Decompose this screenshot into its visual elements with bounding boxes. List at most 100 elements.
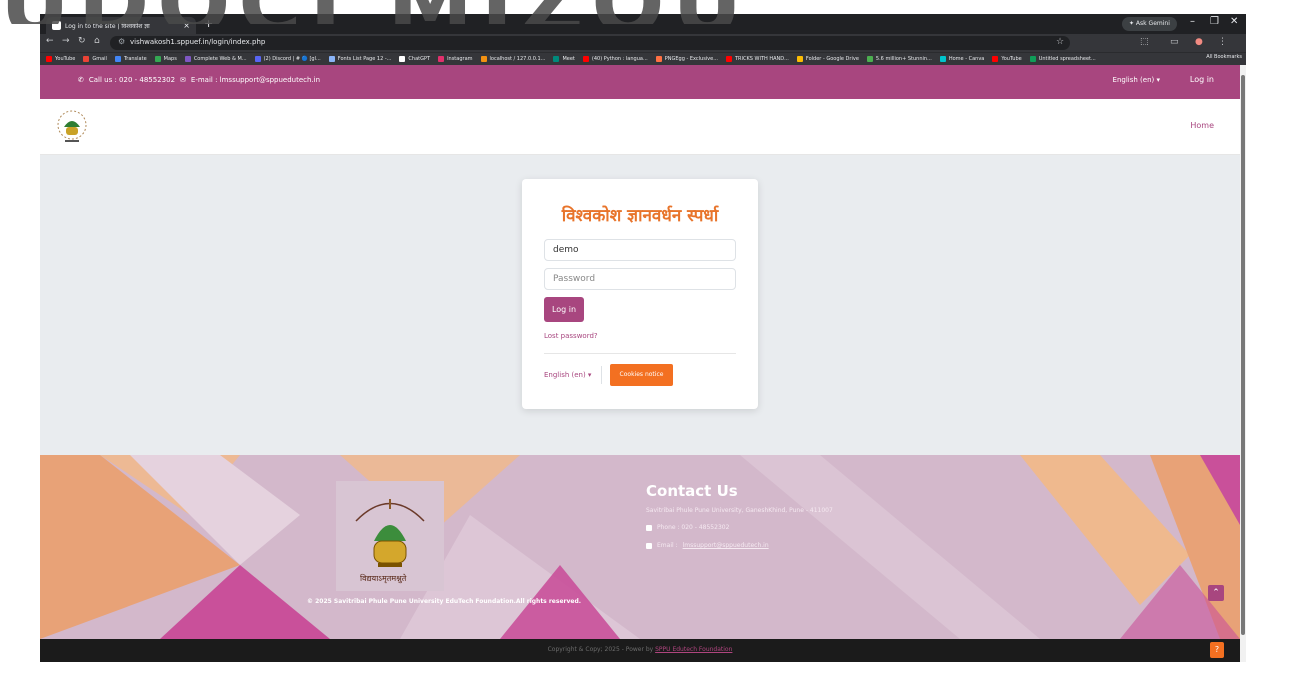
favicon-icon: [52, 21, 61, 30]
extensions-icon[interactable]: ⬚: [1140, 37, 1149, 47]
lost-password-link[interactable]: Lost password?: [544, 332, 598, 340]
bookmark-item[interactable]: localhost / 127.0.0.1...: [480, 56, 545, 62]
bookmark-item[interactable]: Instagram: [438, 56, 473, 62]
browser-tab[interactable]: Log in to the site | विश्वकोश ज्ञा ×: [46, 17, 196, 34]
bookmark-item[interactable]: TRICKS WITH HAND...: [726, 56, 789, 62]
phone-icon: ✆: [78, 76, 84, 84]
youtube-icon: [992, 56, 999, 62]
new-tab-button[interactable]: +: [204, 17, 213, 30]
mail-icon: [646, 542, 652, 549]
menu-icon[interactable]: ⋮: [1218, 37, 1227, 47]
chatgpt-icon: [399, 56, 406, 62]
tab-strip: Log in to the site | विश्वकोश ज्ञा × + ✦…: [40, 14, 1246, 34]
help-button[interactable]: ?: [1210, 642, 1224, 658]
cookies-notice-button[interactable]: Cookies notice: [610, 364, 673, 386]
contact-phone: Phone : 020 - 48552302: [646, 524, 729, 531]
canva-icon: [939, 56, 946, 62]
bookmark-icon: [866, 56, 873, 62]
language-selector[interactable]: English (en) ▾: [544, 371, 591, 379]
bottom-copyright: Copyright & Copy; 2025 - Power by SPPU E…: [547, 646, 733, 653]
minimize-icon[interactable]: –: [1190, 16, 1195, 27]
university-logo-icon[interactable]: [52, 107, 92, 147]
call-text: Call us : 020 - 48552302: [88, 76, 176, 84]
site-info-icon[interactable]: ⚙: [118, 37, 125, 46]
youtube-icon: [46, 56, 52, 62]
screen-frame: Log in to the site | विश्वकोश ज्ञा × + ✦…: [0, 0, 1292, 680]
password-field[interactable]: Password: [544, 268, 736, 290]
web-page: ✆ Call us : 020 - 48552302 ✉ E-mail : lm…: [40, 65, 1240, 662]
bookmark-item[interactable]: Folder - Google Drive: [796, 56, 859, 62]
bookmark-item[interactable]: Complete Web & M...: [184, 56, 247, 62]
bookmark-item[interactable]: YouTube: [992, 56, 1022, 62]
scrollbar-thumb[interactable]: [1241, 75, 1245, 635]
login-button[interactable]: Log in: [544, 297, 584, 322]
youtube-icon: [582, 56, 589, 62]
bookmark-item[interactable]: (2) Discord | # 🔵 [gl...: [254, 56, 321, 62]
contact-title: Contact Us: [646, 482, 738, 500]
maps-icon: [154, 56, 161, 62]
top-contact-bar: ✆ Call us : 020 - 48552302 ✉ E-mail : lm…: [40, 65, 1240, 99]
instagram-icon: [438, 56, 445, 62]
bookmark-item[interactable]: PNGEgg - Exclusive...: [655, 56, 718, 62]
bookmark-item[interactable]: 5.6 million+ Stunnin...: [866, 56, 932, 62]
reload-icon[interactable]: ↻: [78, 36, 86, 46]
language-menu[interactable]: English (en) ▾: [1113, 76, 1160, 84]
bookmark-icon: [328, 56, 335, 62]
divider: [601, 366, 602, 384]
contact-email: Email : lmssupport@sppuedutech.in: [646, 542, 769, 549]
sidepanel-icon[interactable]: ▭: [1170, 37, 1179, 47]
home-link[interactable]: Home: [1190, 121, 1214, 130]
bottom-bar: Copyright & Copy; 2025 - Power by SPPU E…: [40, 639, 1240, 662]
username-field[interactable]: demo: [544, 239, 736, 261]
bookmark-item[interactable]: ChatGPT: [399, 56, 430, 62]
forward-icon[interactable]: →: [62, 36, 70, 46]
bookmark-item[interactable]: Translate: [114, 56, 147, 62]
site-header: Home: [40, 99, 1240, 155]
back-icon[interactable]: ←: [46, 36, 54, 46]
bookmark-item[interactable]: Maps: [154, 56, 177, 62]
url-field[interactable]: ⚙ vishwakosh1.sppuef.in/login/index.php: [110, 36, 1070, 50]
site-footer: विद्ययाऽमृतमश्नुते © 2025 Savitribai Phu…: [40, 455, 1240, 639]
url-text: vishwakosh1.sppuef.in/login/index.php: [130, 38, 266, 46]
bookmark-icon: [480, 56, 487, 62]
tab-title: Log in to the site | विश्वकोश ज्ञा: [65, 22, 150, 30]
edutech-link[interactable]: SPPU Edutech Foundation: [655, 646, 732, 653]
ask-gemini-button[interactable]: ✦ Ask Gemini: [1122, 17, 1177, 31]
login-section: विश्वकोश ज्ञानवर्धन स्पर्धा demo Passwor…: [40, 155, 1240, 455]
phone-icon: [646, 524, 652, 531]
bookmark-item[interactable]: Untitled spreadsheet...: [1029, 56, 1096, 62]
home-icon[interactable]: ⌂: [94, 36, 100, 46]
top-login-link[interactable]: Log in: [1190, 75, 1214, 84]
tab-close-icon[interactable]: ×: [183, 21, 190, 30]
discord-icon: [254, 56, 261, 62]
contact-info: ✆ Call us : 020 - 48552302 ✉ E-mail : lm…: [78, 76, 320, 84]
bookmark-item[interactable]: YouTube: [46, 56, 75, 62]
close-window-icon[interactable]: ✕: [1230, 16, 1238, 27]
scrollbar[interactable]: [1240, 65, 1246, 662]
footer-logo: विद्ययाऽमृतमश्नुते: [336, 481, 444, 591]
browser-window: Log in to the site | विश्वकोश ज्ञा × + ✦…: [40, 14, 1246, 662]
address-bar-row: ← → ↻ ⌂ ⚙ vishwakosh1.sppuef.in/login/in…: [40, 34, 1246, 52]
footer-background: [40, 455, 1240, 639]
logo-motto: विद्ययाऽमृतमश्नुते: [360, 574, 407, 583]
back-to-top-button[interactable]: ⌃: [1208, 585, 1224, 601]
maximize-icon[interactable]: ❐: [1210, 16, 1219, 27]
sheets-icon: [1029, 56, 1036, 62]
footer-copyright: © 2025 Savitribai Phule Pune University …: [307, 598, 582, 605]
youtube-icon: [726, 56, 732, 62]
bookmark-item[interactable]: Home - Canva: [939, 56, 984, 62]
star-icon[interactable]: ☆: [1056, 37, 1064, 47]
bookmark-item[interactable]: Gmail: [83, 56, 107, 62]
bookmark-item[interactable]: Meet: [553, 56, 575, 62]
bookmark-item[interactable]: (40) Python : langua...: [582, 56, 648, 62]
profile-icon[interactable]: ●: [1195, 37, 1203, 47]
login-card: विश्वकोश ज्ञानवर्धन स्पर्धा demo Passwor…: [522, 179, 758, 409]
mail-icon: ✉: [180, 76, 186, 84]
email-text: E-mail : lmssupport@sppuedutech.in: [190, 76, 321, 84]
bookmark-icon: [655, 56, 662, 62]
translate-icon: [114, 56, 121, 62]
all-bookmarks-button[interactable]: All Bookmarks: [1202, 54, 1242, 60]
email-link[interactable]: lmssupport@sppuedutech.in: [683, 542, 769, 549]
contact-address: Savitribai Phule Pune University, Ganesh…: [646, 507, 833, 514]
bookmark-item[interactable]: Fonts List Page 12 -...: [328, 56, 391, 62]
